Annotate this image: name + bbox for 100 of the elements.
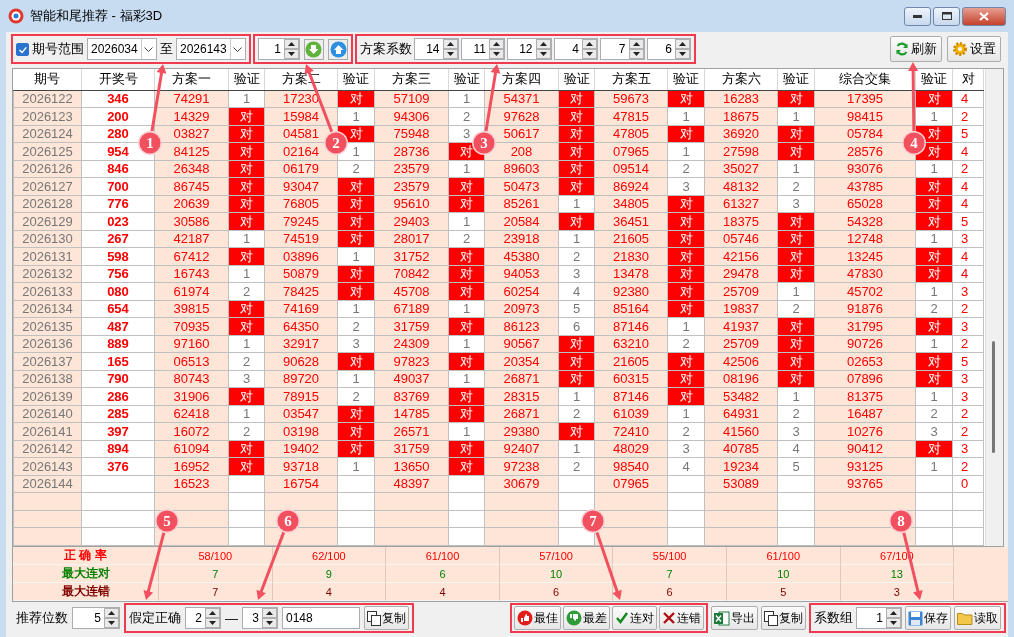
column-header[interactable]: 对 [952,69,984,91]
table-cell: 1 [337,300,375,318]
spin-down-button[interactable] [104,618,119,628]
down-triangle-icon [266,621,273,625]
table-cell: 2 [777,300,815,318]
table-cell: 1 [448,300,485,318]
column-header[interactable]: 综合交集 [814,69,916,91]
table-cell: 1 [228,90,265,108]
checkbox[interactable] [16,42,29,56]
column-header[interactable]: 验证 [558,69,595,91]
worst-button[interactable]: 最差 [563,606,610,630]
spin-down-button[interactable] [675,49,690,59]
copy-icon [367,610,381,626]
maximize-button[interactable] [933,6,960,26]
spin-up-button[interactable] [262,608,277,618]
table-cell: 2 [915,405,953,423]
table-cell: 5 [777,457,815,476]
spin-up-button[interactable] [442,39,458,49]
dropdown[interactable]: 2026143 [176,38,246,60]
table-cell: 2 [558,457,595,476]
streak-hit-button[interactable]: 连对 [612,606,657,630]
spin-box[interactable]: 2 [185,607,221,629]
close-button[interactable] [962,6,1006,26]
spin-box[interactable]: 7 [600,38,645,60]
spin-up-button[interactable] [104,608,119,618]
spin-down-button[interactable] [442,49,458,59]
spin-up-button[interactable] [283,39,299,49]
spin-down-button[interactable] [283,49,299,59]
spin-up-button[interactable] [628,39,644,49]
column-header[interactable]: 方案四 [484,69,559,91]
numbers-field[interactable]: 0148 [282,607,360,629]
column-header[interactable]: 方案一 [154,69,229,91]
spin-up-button[interactable] [675,39,690,49]
column-header[interactable]: 验证 [777,69,815,91]
up-button[interactable] [328,38,348,60]
table-cell: 61/100 [726,547,841,565]
settings-button[interactable]: 设置 [947,36,1001,62]
table-cell: 5 [558,300,595,318]
copy-button[interactable]: 复制 [761,606,806,630]
spin-box[interactable]: 5 [72,607,120,629]
table-cell: 4 [558,282,595,301]
column-header[interactable]: 验证 [915,69,953,91]
table-cell: 1 [448,160,485,178]
chevron-down-icon [144,46,154,52]
minimize-button[interactable] [904,6,931,26]
spin-box[interactable]: 1 [258,38,300,60]
table-cell: 1 [558,195,595,213]
table-cell: 2 [448,230,485,248]
column-header[interactable]: 方案六 [704,69,778,91]
column-header[interactable]: 验证 [337,69,375,91]
spin-up-button[interactable] [535,39,551,49]
down-triangle-icon [209,621,216,625]
column-header[interactable]: 验证 [228,69,265,91]
load-button[interactable]: 读取 [954,606,1001,630]
column-header[interactable]: 验证 [448,69,485,91]
copy-button[interactable]: 复制 [364,606,409,630]
dropdown[interactable]: 2026034 [87,38,157,60]
column-header[interactable]: 方案五 [594,69,668,91]
callout-badge: 6 [276,509,300,533]
spin-down-button[interactable] [262,618,277,628]
table-cell: 9 [272,565,387,583]
spin-down-button[interactable] [886,618,901,628]
spin-down-button[interactable] [489,49,504,59]
callout-badge: 5 [155,509,179,533]
best-button[interactable]: 最佳 [514,606,561,630]
table-cell: 4 [952,265,984,283]
scrollbar[interactable] [985,69,1003,546]
minimize-icon [913,14,922,18]
column-header[interactable]: 期号 [13,69,82,91]
refresh-button[interactable]: 刷新 [890,36,942,62]
save-button[interactable]: 保存 [905,606,951,630]
table-cell: 1 [337,107,375,126]
streak-miss-button[interactable]: 连错 [659,606,704,630]
column-header[interactable]: 验证 [667,69,705,91]
table-cell: 2 [337,160,375,178]
spin-box[interactable]: 4 [553,38,598,60]
table-cell: 2 [952,422,984,441]
spin-box[interactable]: 6 [646,38,691,60]
table-cell: 4 [777,440,815,458]
spin-up-button[interactable] [205,608,220,618]
table-cell: 5 [952,352,984,371]
column-header[interactable]: 开奖号 [81,69,155,91]
spin-up-button[interactable] [489,39,504,49]
spin-down-button[interactable] [628,49,644,59]
up-triangle-icon [493,42,500,46]
table-cell: 1 [777,282,815,301]
spin-up-button[interactable] [886,608,901,618]
spin-down-button[interactable] [205,618,220,628]
spin-box[interactable]: 11 [460,38,505,60]
spin-box[interactable]: 12 [507,38,552,60]
spin-box[interactable]: 1 [856,607,902,629]
spin-up-button[interactable] [582,39,597,49]
spin-box[interactable]: 14 [414,38,459,60]
spin-down-button[interactable] [535,49,551,59]
export-button[interactable]: 导出 [711,606,758,630]
column-header[interactable]: 方案三 [374,69,449,91]
chevron-down-icon [233,46,243,52]
check-icon [615,611,629,625]
spin-down-button[interactable] [582,49,597,59]
spin-box[interactable]: 3 [242,607,278,629]
